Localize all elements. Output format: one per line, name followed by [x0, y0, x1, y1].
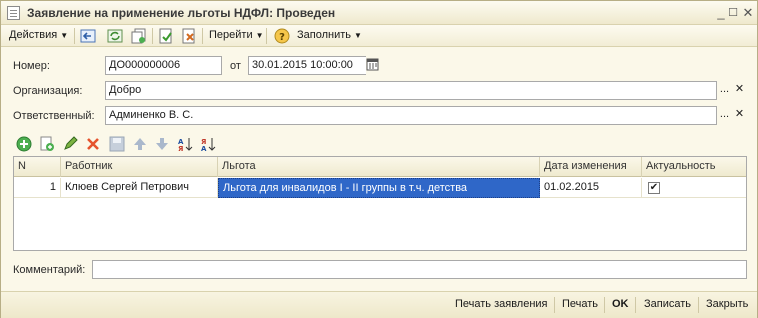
toolbar-separator	[152, 28, 153, 44]
end-edit-icon[interactable]	[109, 136, 125, 152]
post-document-icon[interactable]	[158, 28, 174, 44]
bottom-bar: Печать заявления Печать OK Записать Закр…	[1, 291, 757, 318]
toolbar-separator	[202, 28, 203, 44]
sort-descending-icon[interactable]: ЯА	[200, 136, 216, 153]
benefit-cell[interactable]: Льгота для инвалидов I - II группы в т.ч…	[218, 178, 540, 198]
svg-text:?: ?	[279, 32, 285, 43]
title-bar: Заявление на применение льготы НДФЛ: Про…	[1, 1, 757, 25]
help-icon[interactable]: ?	[274, 28, 290, 44]
actions-menu[interactable]: Действия ▼	[9, 29, 68, 41]
number-field[interactable]: ДО000000006	[105, 56, 222, 75]
copy-row-icon[interactable]	[39, 136, 55, 152]
clear-responsible-button[interactable]: ✕	[732, 107, 747, 124]
svg-text:А: А	[201, 145, 207, 152]
select-responsible-button[interactable]: ...	[717, 107, 732, 124]
print-button[interactable]: Печать	[562, 298, 598, 310]
main-toolbar: Действия ▼ Перейти ▼ ? Заполнить ▼	[1, 25, 757, 47]
responsible-label: Ответственный:	[13, 110, 95, 122]
change-date-cell[interactable]: 01.02.2015	[540, 178, 642, 198]
chevron-down-icon: ▼	[354, 31, 362, 40]
column-header-employee[interactable]: Работник	[61, 157, 218, 177]
bottom-separator	[554, 297, 555, 313]
organization-label: Организация:	[13, 85, 83, 97]
select-organization-button[interactable]: ...	[717, 82, 732, 99]
toolbar-separator	[74, 28, 75, 44]
benefits-table: N Работник Льгота Дата изменения Актуаль…	[13, 156, 747, 251]
restore-button[interactable]: ☐	[725, 5, 741, 21]
document-window: Заявление на применение льготы НДФЛ: Про…	[0, 0, 758, 318]
column-header-actual[interactable]: Актуальность	[642, 157, 746, 177]
date-field[interactable]: 30.01.2015 10:00:00	[248, 56, 366, 75]
table-header: N Работник Льгота Дата изменения Актуаль…	[14, 157, 746, 177]
chevron-down-icon: ▼	[255, 31, 264, 40]
bottom-separator	[635, 297, 636, 313]
close-window-button[interactable]: ✕	[740, 5, 756, 21]
ok-button[interactable]: OK	[612, 298, 629, 310]
document-icon	[7, 6, 20, 20]
calendar-icon[interactable]	[365, 57, 380, 74]
delete-row-icon[interactable]	[85, 136, 101, 152]
actions-label: Действия	[9, 29, 58, 41]
clear-organization-button[interactable]: ✕	[732, 82, 747, 99]
fill-label: Заполнить	[297, 29, 352, 41]
responsible-field[interactable]: Админенко В. С.	[105, 106, 717, 125]
employee-cell[interactable]: Клюев Сергей Петрович	[61, 178, 218, 198]
window-title: Заявление на применение льготы НДФЛ: Про…	[27, 6, 336, 20]
goto-label: Перейти	[209, 29, 253, 41]
edit-row-icon[interactable]	[62, 136, 78, 152]
comment-field[interactable]	[92, 260, 747, 279]
refresh-icon[interactable]	[107, 28, 123, 44]
goto-menu[interactable]: Перейти ▼	[209, 29, 264, 41]
svg-text:Я: Я	[178, 145, 183, 152]
print-statement-button[interactable]: Печать заявления	[455, 298, 548, 310]
bottom-separator	[604, 297, 605, 313]
column-header-benefit[interactable]: Льгота	[218, 157, 540, 177]
toolbar-separator	[266, 28, 267, 44]
date-prefix-label: от	[230, 60, 241, 72]
row-number: 1	[14, 178, 61, 198]
chevron-down-icon: ▼	[60, 31, 69, 40]
column-header-change-date[interactable]: Дата изменения	[540, 157, 642, 177]
back-arrow-icon[interactable]	[80, 28, 96, 44]
actual-cell[interactable]: ✔	[642, 178, 746, 198]
close-button[interactable]: Закрыть	[706, 298, 748, 310]
unpost-document-icon[interactable]	[181, 28, 197, 44]
move-up-icon[interactable]	[132, 136, 148, 152]
column-header-n[interactable]: N	[14, 157, 61, 177]
move-down-icon[interactable]	[154, 136, 170, 152]
fill-menu[interactable]: Заполнить ▼	[297, 29, 362, 41]
save-button[interactable]: Записать	[644, 298, 691, 310]
bottom-separator	[698, 297, 699, 313]
table-row[interactable]: 1 Клюев Сергей Петрович Льгота для инвал…	[14, 178, 746, 198]
number-label: Номер:	[13, 60, 50, 72]
organization-field[interactable]: Добро	[105, 81, 717, 100]
copy-icon[interactable]	[131, 28, 147, 44]
add-row-icon[interactable]	[16, 136, 32, 152]
sort-ascending-icon[interactable]: АЯ	[177, 136, 193, 153]
actual-checkbox[interactable]: ✔	[648, 182, 660, 194]
comment-label: Комментарий:	[13, 264, 86, 276]
